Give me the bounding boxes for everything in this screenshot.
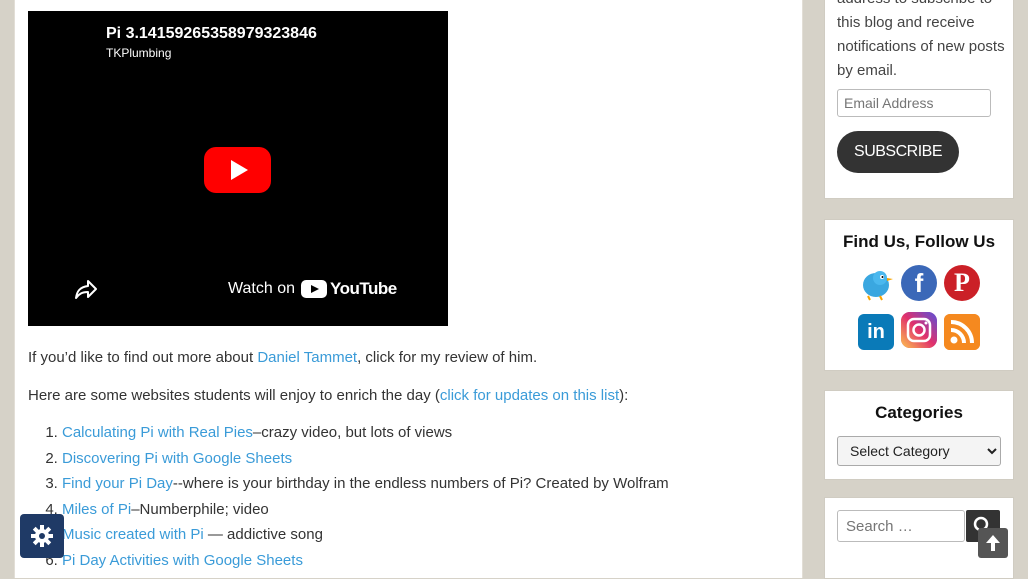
site-link[interactable]: Discovering Pi with Google Sheets [62, 450, 292, 467]
rss-icon[interactable] [944, 314, 980, 350]
share-icon[interactable] [74, 277, 98, 301]
list-item: Miles of Pi–Numberphile; video [62, 500, 669, 526]
instagram-icon[interactable] [901, 312, 937, 348]
gear-icon [31, 525, 53, 547]
pinterest-icon[interactable]: P [944, 265, 980, 301]
list-item: Pi Day Activities with Google Sheets [62, 551, 669, 577]
list-item: Discovering Pi with Google Sheets [62, 449, 669, 475]
video-title[interactable]: Pi 3.14159265358979323846 [106, 25, 317, 43]
video-channel[interactable]: TKPlumbing [106, 46, 171, 60]
list-item: Music created with Pi — addictive song [62, 525, 669, 551]
websites-list: Calculating Pi with Real Pies–crazy vide… [28, 423, 669, 577]
youtube-play-icon [301, 280, 327, 298]
main-content: Pi 3.14159265358979323846 TKPlumbing Wat… [14, 0, 803, 578]
subscribe-widget: address to subscribe to this blog and re… [824, 0, 1014, 199]
settings-button[interactable] [20, 514, 64, 558]
site-link[interactable]: Music created with Pi [62, 526, 204, 543]
search-input[interactable] [837, 510, 965, 542]
follow-title: Find Us, Follow Us [842, 232, 996, 251]
updates-list-link[interactable]: click for updates on this list [440, 387, 619, 404]
list-item: Find your Pi Day--where is your birthday… [62, 474, 669, 500]
site-link[interactable]: Calculating Pi with Real Pies [62, 424, 253, 441]
daniel-tammet-link[interactable]: Daniel Tammet [257, 349, 357, 366]
categories-title: Categories [875, 403, 963, 422]
sites-intro-paragraph: Here are some websites students will enj… [28, 387, 629, 404]
subscribe-button[interactable]: SUBSCRIBE [837, 131, 959, 173]
follow-widget: Find Us, Follow Us f P in [824, 219, 1014, 371]
watch-on-label: Watch on [228, 280, 295, 297]
arrow-up-icon [986, 535, 1000, 551]
category-select[interactable]: Select Category [837, 436, 1001, 466]
twitter-icon[interactable] [858, 265, 894, 301]
email-field[interactable] [837, 89, 991, 117]
watch-on-youtube[interactable]: Watch on YouTube [228, 279, 397, 299]
scroll-to-top-button[interactable] [978, 528, 1008, 558]
intro-paragraph: If you’d like to find out more about Dan… [28, 349, 538, 366]
categories-widget: Categories Select Category [824, 390, 1014, 480]
site-link[interactable]: Find your Pi Day [62, 475, 173, 492]
subscribe-description: address to subscribe to this blog and re… [837, 0, 1005, 79]
youtube-logo: YouTube [301, 279, 397, 299]
facebook-icon[interactable]: f [901, 265, 937, 301]
linkedin-icon[interactable]: in [858, 314, 894, 350]
list-item: Calculating Pi with Real Pies–crazy vide… [62, 423, 669, 449]
youtube-video-embed[interactable]: Pi 3.14159265358979323846 TKPlumbing Wat… [28, 11, 448, 326]
play-button[interactable] [204, 147, 271, 193]
site-link[interactable]: Miles of Pi [62, 501, 131, 518]
site-link[interactable]: Pi Day Activities with Google Sheets [62, 552, 303, 569]
youtube-wordmark: YouTube [330, 279, 397, 298]
